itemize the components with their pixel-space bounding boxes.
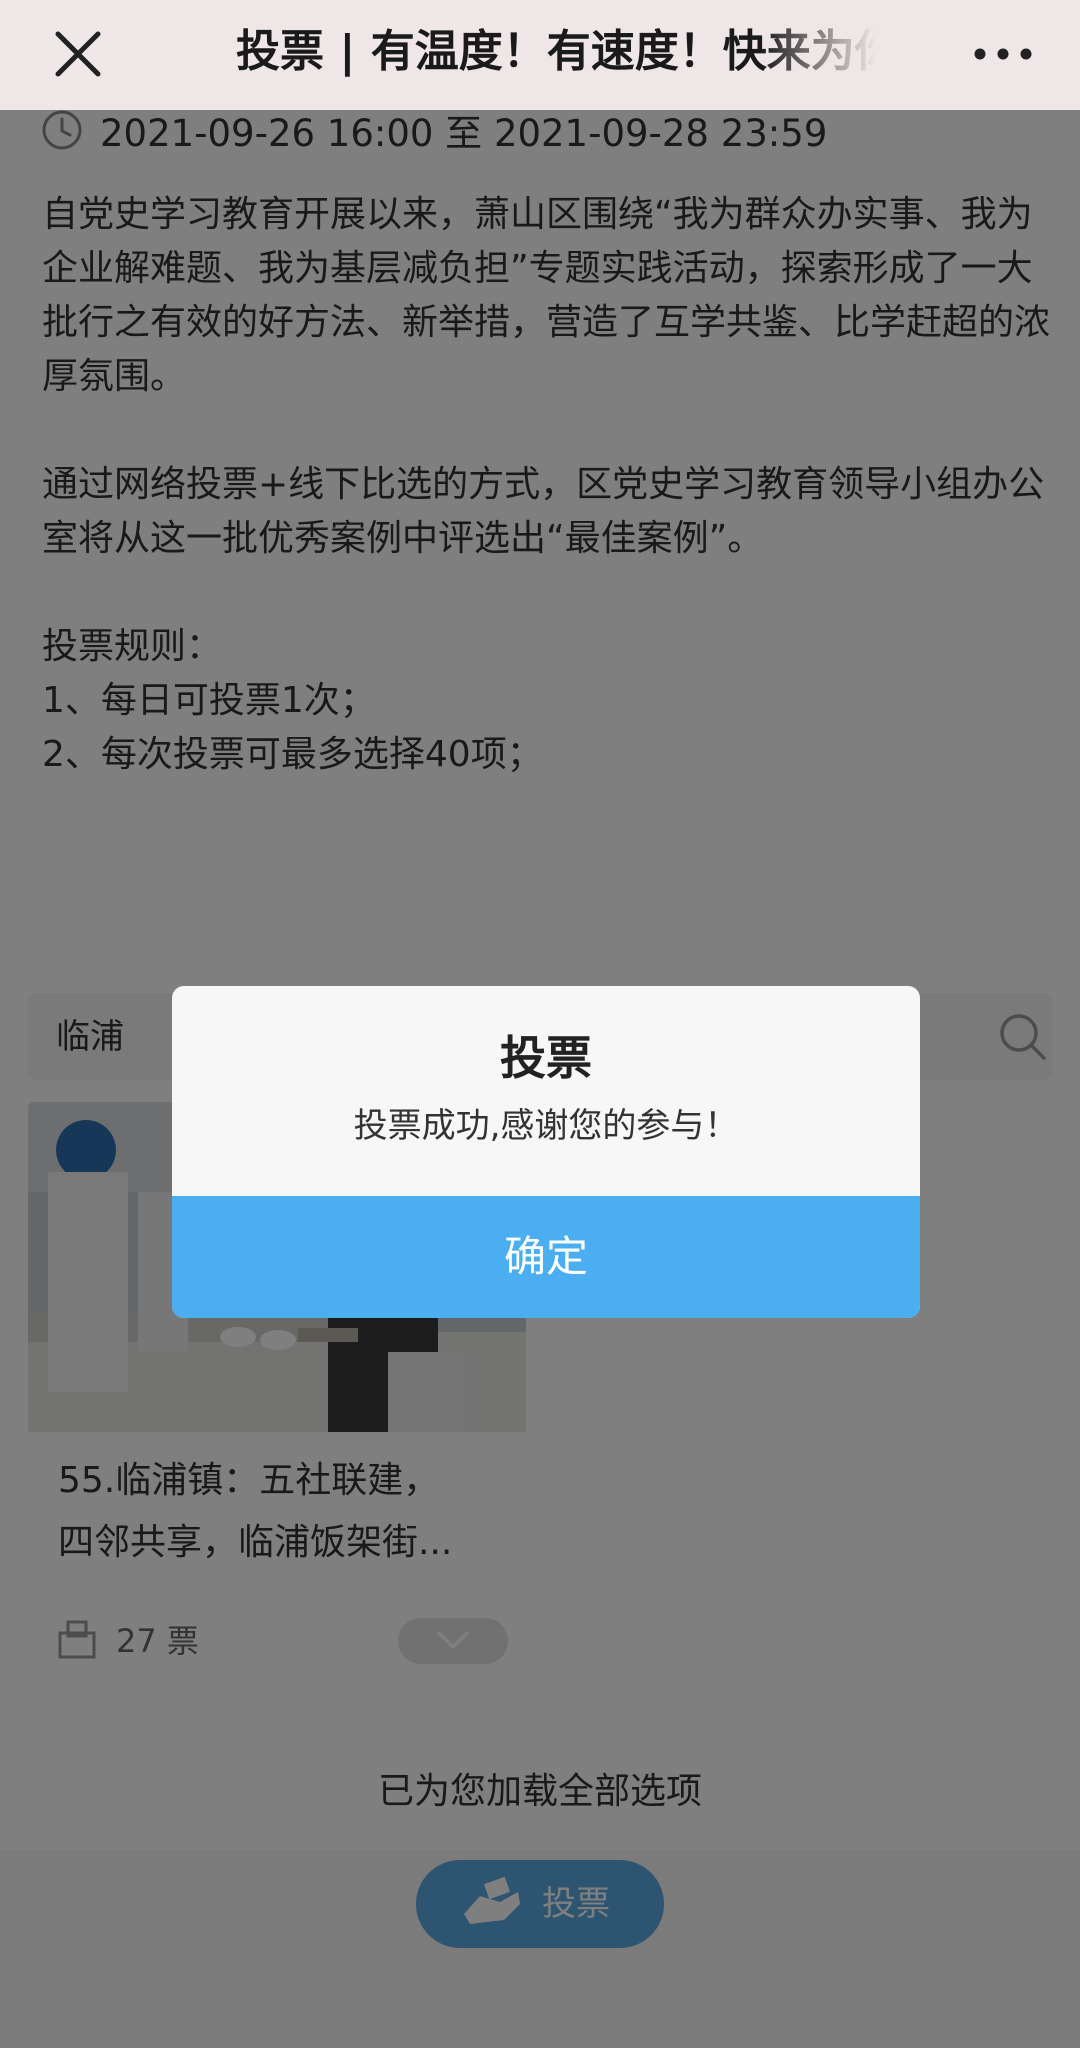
- vote-success-dialog: 投票 投票成功,感谢您的参与！ 确定: [172, 986, 920, 1318]
- top-bar: 投票 | 有温度！有速度！快来为你喜欢的案例投票吧: [0, 0, 1080, 110]
- page-title: 投票 | 有温度！有速度！快来为你喜欢的案例投票吧: [236, 26, 876, 77]
- dialog-message: 投票成功,感谢您的参与！: [353, 1106, 739, 1146]
- confirm-button[interactable]: 确定: [172, 1196, 920, 1318]
- close-icon[interactable]: [50, 26, 106, 82]
- dialog-title: 投票: [500, 1031, 592, 1085]
- more-dots-icon[interactable]: [970, 34, 1040, 74]
